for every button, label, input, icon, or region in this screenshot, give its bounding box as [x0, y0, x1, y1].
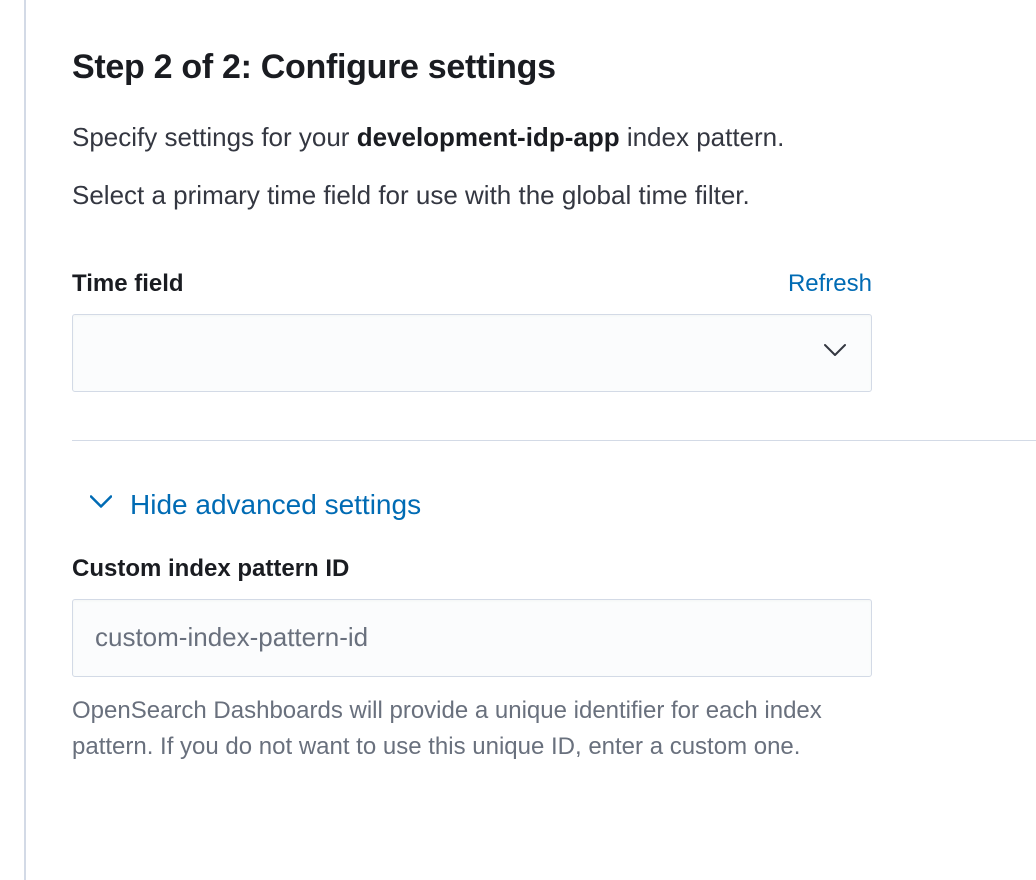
advanced-settings-label: Hide advanced settings: [130, 489, 421, 521]
chevron-down-icon: [90, 495, 112, 514]
configure-settings-panel: Step 2 of 2: Configure settings Specify …: [0, 0, 1036, 765]
refresh-button[interactable]: Refresh: [788, 270, 872, 298]
section-divider: [72, 440, 1036, 441]
time-field-instruction: Select a primary time field for use with…: [72, 177, 1036, 213]
page-title: Step 2 of 2: Configure settings: [72, 48, 1036, 87]
time-field-label: Time field: [72, 270, 184, 298]
description-prefix: Specify settings for your: [72, 122, 357, 152]
description-suffix: index pattern.: [620, 122, 785, 152]
custom-index-id-wrapper: [72, 599, 872, 677]
advanced-settings-toggle[interactable]: Hide advanced settings: [72, 489, 1036, 521]
left-border: [24, 0, 26, 880]
custom-index-id-help: OpenSearch Dashboards will provide a uni…: [72, 693, 872, 765]
custom-index-id-input[interactable]: [72, 599, 872, 677]
time-field-select[interactable]: [72, 314, 872, 392]
index-pattern-name: development-idp-app: [357, 122, 620, 152]
time-field-row: Time field Refresh: [72, 270, 872, 298]
custom-index-id-label: Custom index pattern ID: [72, 555, 1036, 583]
settings-description: Specify settings for your development-id…: [72, 119, 1036, 155]
time-field-select-wrapper: [72, 314, 872, 392]
